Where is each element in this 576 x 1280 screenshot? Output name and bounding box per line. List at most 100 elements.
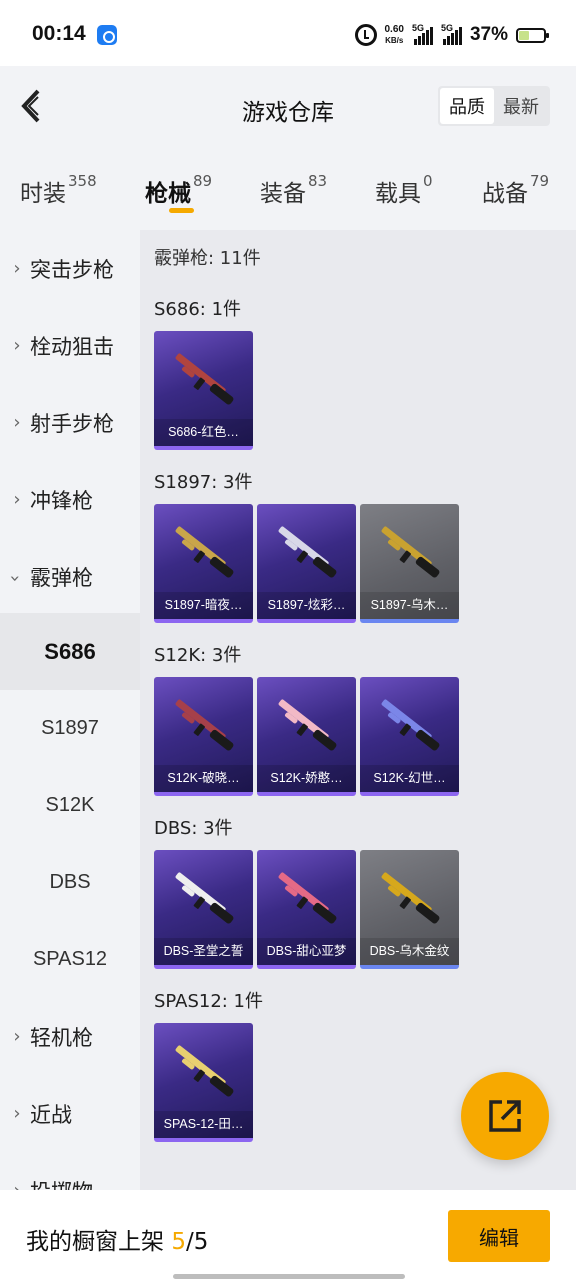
tab-label: 战备 xyxy=(482,181,528,207)
gun-skin-icon xyxy=(381,872,440,924)
sort-quality-button[interactable]: 品质 xyxy=(440,88,494,124)
sidebar-item-shotgun[interactable]: › 霰弹枪 xyxy=(0,538,140,615)
sidebar-item-throwables[interactable]: ›投掷物 xyxy=(0,1152,140,1191)
battery-icon xyxy=(516,27,549,43)
sidebar-item-bolt-sniper[interactable]: › 栓动狙击 xyxy=(0,307,140,384)
skin-card-label: DBS-甜心亚梦 xyxy=(257,938,356,965)
sidebar-item-smg[interactable]: › 冲锋枪 xyxy=(0,461,140,538)
chevron-right-icon: › xyxy=(13,1026,21,1047)
skin-card-label: S1897-炫彩… xyxy=(257,592,356,619)
share-button[interactable] xyxy=(461,1072,549,1160)
active-tab-indicator xyxy=(169,208,194,213)
sidebar-item-lmg[interactable]: › 轻机枪 xyxy=(0,998,140,1075)
sidebar-item-melee[interactable]: › 近战 xyxy=(0,1075,140,1152)
tab-vehicles[interactable]: 载具 0 xyxy=(375,172,433,208)
skin-card[interactable]: S1897-暗夜… xyxy=(154,504,253,623)
skin-card[interactable]: S1897-炫彩… xyxy=(257,504,356,623)
showcase-used-count: 5 xyxy=(171,1229,186,1255)
sim2-network-type: 5G xyxy=(440,23,453,33)
gun-skin-icon xyxy=(175,872,234,924)
tab-equipment[interactable]: 装备 83 xyxy=(260,172,328,208)
tab-outfits[interactable]: 时装 358 xyxy=(20,172,97,208)
tab-weapons[interactable]: 枪械 89 xyxy=(145,172,212,208)
category-tabs: 时装 358 枪械 89 装备 83 载具 0 战备 79 xyxy=(0,148,576,230)
chevron-right-icon: › xyxy=(13,258,21,279)
skin-card-label: S12K-幻世… xyxy=(360,765,459,792)
section-count-header: 霰弹枪: 11件 xyxy=(154,248,261,269)
chevron-right-icon: › xyxy=(13,489,21,510)
skin-card[interactable]: S686-红色… xyxy=(154,331,253,450)
group-title-spas12: SPAS12: 1件 xyxy=(154,991,264,1012)
skin-card-label: DBS-乌木金纹 xyxy=(360,938,459,965)
tab-label: 时装 xyxy=(20,181,66,207)
signal-sim1-icon: 5G xyxy=(411,23,433,45)
skin-card-label: S12K-娇憨… xyxy=(257,765,356,792)
chevron-right-icon: › xyxy=(13,1103,21,1124)
showcase-status: 我的橱窗上架 5/5 xyxy=(26,1222,208,1256)
sidebar-sub-s686[interactable]: S686 xyxy=(0,613,140,690)
showcase-total-count: /5 xyxy=(185,1229,209,1255)
skin-card-label: S1897-乌木… xyxy=(360,592,459,619)
tab-count: 0 xyxy=(423,172,433,190)
skin-card[interactable]: S12K-破晓… xyxy=(154,677,253,796)
group-title-s12k: S12K: 3件 xyxy=(154,645,242,666)
gun-skin-icon xyxy=(175,1045,234,1097)
sidebar-item-label: 栓动狙击 xyxy=(30,334,114,359)
network-speed-value: 0.60 xyxy=(384,24,404,35)
skin-card[interactable]: S12K-幻世… xyxy=(360,677,459,796)
sidebar-sub-spas12[interactable]: SPAS12 xyxy=(0,921,140,998)
showcase-label: 我的橱窗上架 xyxy=(26,1229,164,1255)
sidebar-item-label: 轻机枪 xyxy=(30,1025,93,1050)
sidebar-sub-s12k[interactable]: S12K xyxy=(0,767,140,844)
skin-card-label: S686-红色… xyxy=(154,419,253,446)
skin-card[interactable]: SPAS-12-田… xyxy=(154,1023,253,1142)
app-notification-icon xyxy=(97,25,117,45)
share-external-icon xyxy=(489,1100,521,1132)
battery-percent: 37% xyxy=(469,24,508,45)
top-header: 游戏仓库 品质 最新 xyxy=(0,66,576,148)
sidebar-sub-dbs[interactable]: DBS xyxy=(0,844,140,921)
gun-skin-icon xyxy=(175,353,234,405)
tab-label: 枪械 xyxy=(145,181,191,207)
skin-card[interactable]: S1897-乌木… xyxy=(360,504,459,623)
sidebar-item-label: 冲锋枪 xyxy=(30,488,93,513)
home-indicator[interactable] xyxy=(173,1274,405,1279)
network-speed-unit: KB/s xyxy=(385,36,404,45)
network-speed: 0.60 KB/s xyxy=(385,24,404,46)
chevron-right-icon: › xyxy=(13,412,21,433)
status-time: 00:14 xyxy=(32,22,86,45)
edit-button[interactable]: 编辑 xyxy=(448,1210,550,1262)
sort-toggle: 品质 最新 xyxy=(438,86,550,126)
sidebar-sub-s1897[interactable]: S1897 xyxy=(0,690,140,767)
weapon-skin-grid: 霰弹枪: 11件 S686: 1件 S686-红色… S1897: 3件 S18… xyxy=(140,230,576,1190)
sort-latest-button[interactable]: 最新 xyxy=(494,88,548,124)
gun-skin-icon xyxy=(278,526,337,578)
skin-card[interactable]: DBS-甜心亚梦 xyxy=(257,850,356,969)
tab-count: 83 xyxy=(308,172,328,190)
tab-count: 358 xyxy=(68,172,97,190)
tab-label: 载具 xyxy=(375,181,421,207)
skin-card[interactable]: DBS-乌木金纹 xyxy=(360,850,459,969)
gun-skin-icon xyxy=(381,699,440,751)
skin-card[interactable]: DBS-圣堂之誓 xyxy=(154,850,253,969)
weapon-category-sidebar: › 突击步枪 › 栓动狙击 › 射手步枪 › 冲锋枪 › 霰弹枪 S686 S1897 S… xyxy=(0,230,140,1190)
skin-card-label: S12K-破晓… xyxy=(154,765,253,792)
showcase-bar: 我的橱窗上架 5/5 编辑 xyxy=(0,1190,576,1280)
tab-supplies[interactable]: 战备 79 xyxy=(482,172,550,208)
sidebar-item-label: 霰弹枪 xyxy=(30,565,93,590)
sidebar-item-assault-rifle[interactable]: › 突击步枪 xyxy=(0,230,140,307)
chevron-right-icon: › xyxy=(0,1180,30,1190)
gun-skin-icon xyxy=(278,872,337,924)
tab-label: 装备 xyxy=(260,181,306,207)
gun-skin-icon xyxy=(175,526,234,578)
signal-sim2-icon: 5G xyxy=(440,23,462,45)
group-title-s1897: S1897: 3件 xyxy=(154,472,253,493)
sim1-network-type: 5G xyxy=(411,23,424,33)
tab-count: 79 xyxy=(530,172,550,190)
chevron-right-icon: › xyxy=(13,335,21,356)
sidebar-item-label: 投掷物 xyxy=(30,1176,93,1191)
sidebar-item-marksman-rifle[interactable]: › 射手步枪 xyxy=(0,384,140,461)
chevron-down-icon: › xyxy=(4,574,26,583)
skin-card[interactable]: S12K-娇憨… xyxy=(257,677,356,796)
sidebar-item-label: 近战 xyxy=(30,1102,72,1127)
